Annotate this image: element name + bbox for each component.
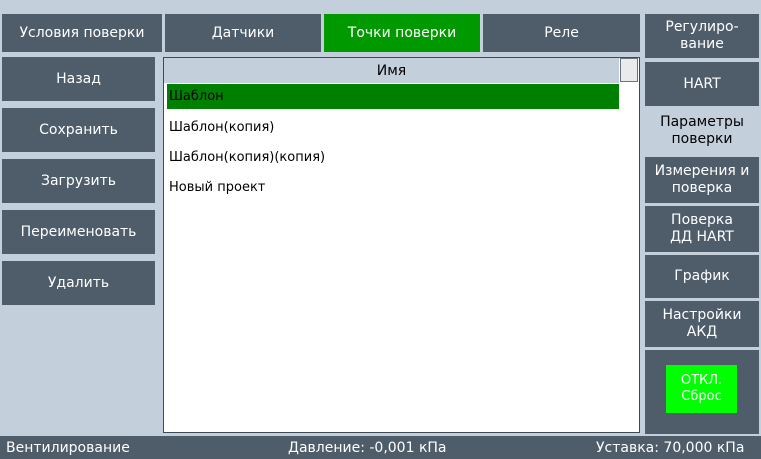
tab-verification-points[interactable]: Точки поверки	[324, 14, 480, 52]
save-button[interactable]: Сохранить	[2, 108, 155, 152]
akd-settings-label-1: Настройки	[662, 307, 742, 323]
akd-settings-button[interactable]: Настройки АКД	[645, 301, 759, 347]
status-mode: Вентилирование	[6, 440, 130, 456]
delete-button[interactable]: Удалить	[2, 261, 155, 305]
measurement-verification-label-1: Измерения и	[654, 163, 750, 179]
list-header-name[interactable]: Имя	[164, 58, 619, 83]
verification-params-label-1: Параметры	[660, 114, 744, 130]
dd-hart-verification-label-2: ДД HART	[670, 229, 734, 245]
list-item[interactable]: Шаблон(копия)	[167, 115, 619, 140]
rename-button[interactable]: Переименовать	[2, 210, 155, 254]
list-item[interactable]: Шаблон	[167, 84, 619, 109]
off-reset-button[interactable]: ОТКЛ. Сброс	[666, 365, 737, 413]
verification-params-label-2: поверки	[671, 131, 733, 147]
measurement-verification-label-2: поверка	[671, 180, 733, 196]
chart-button[interactable]: График	[645, 255, 759, 298]
scrollbar-thumb[interactable]	[620, 58, 638, 82]
hart-button[interactable]: HART	[645, 62, 759, 106]
dd-hart-verification-button[interactable]: Поверка ДД HART	[645, 206, 759, 252]
tab-verification-conditions[interactable]: Условия поверки	[2, 14, 162, 52]
hart-label: HART	[683, 75, 721, 92]
list-item[interactable]: Новый проект	[167, 175, 619, 200]
akd-settings-label-2: АКД	[686, 324, 718, 340]
dd-hart-verification-label-1: Поверка	[671, 212, 733, 228]
measurement-verification-button[interactable]: Измерения и поверка	[645, 157, 759, 203]
tab-relay[interactable]: Реле	[483, 14, 640, 52]
back-button[interactable]: Назад	[2, 57, 155, 101]
off-label: ОТКЛ.	[680, 373, 723, 388]
regulation-label-1: Регулиро-	[665, 19, 739, 35]
project-list[interactable]	[163, 57, 640, 433]
status-setpoint: Уставка: 70,000 кПа	[596, 440, 745, 456]
regulation-label-2: вание	[680, 36, 724, 52]
tab-sensors[interactable]: Датчики	[165, 14, 321, 52]
chart-label: График	[674, 268, 730, 284]
status-pressure: Давление: -0,001 кПа	[288, 440, 447, 456]
regulation-button[interactable]: Регулиро- вание	[645, 14, 759, 58]
reset-label: Сброс	[681, 389, 722, 404]
verification-params-button[interactable]: Параметры поверки	[645, 108, 759, 154]
list-item[interactable]: Шаблон(копия)(копия)	[167, 145, 619, 170]
load-button[interactable]: Загрузить	[2, 159, 155, 203]
